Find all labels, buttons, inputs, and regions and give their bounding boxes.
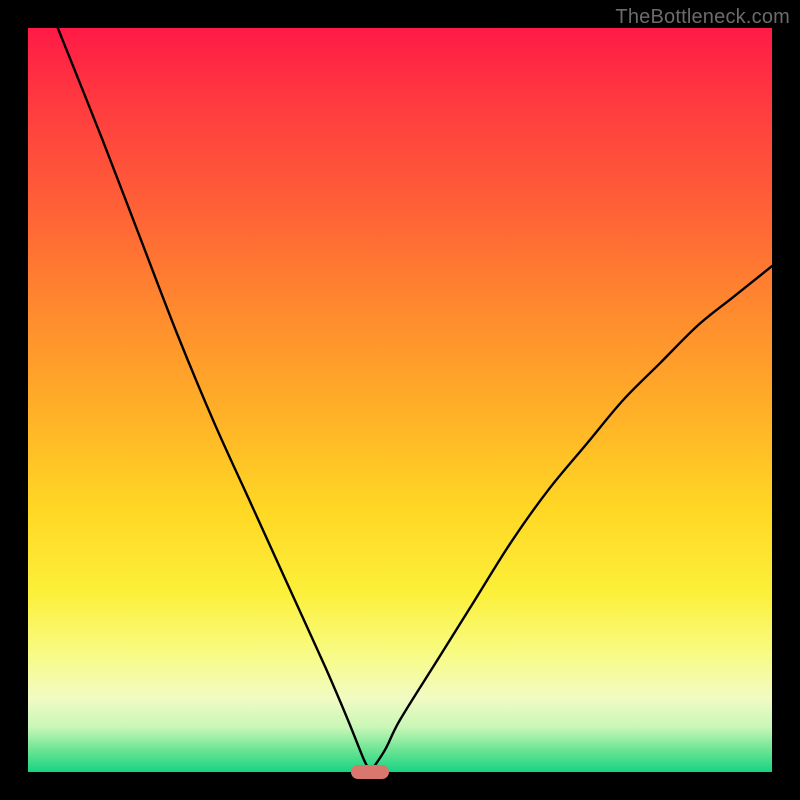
curve-right-segment (370, 266, 772, 772)
optimal-marker (351, 765, 389, 779)
plot-area (28, 28, 772, 772)
bottleneck-curve (28, 28, 772, 772)
outer-frame: TheBottleneck.com (0, 0, 800, 800)
watermark-text: TheBottleneck.com (615, 6, 790, 29)
curve-left-segment (58, 28, 370, 772)
